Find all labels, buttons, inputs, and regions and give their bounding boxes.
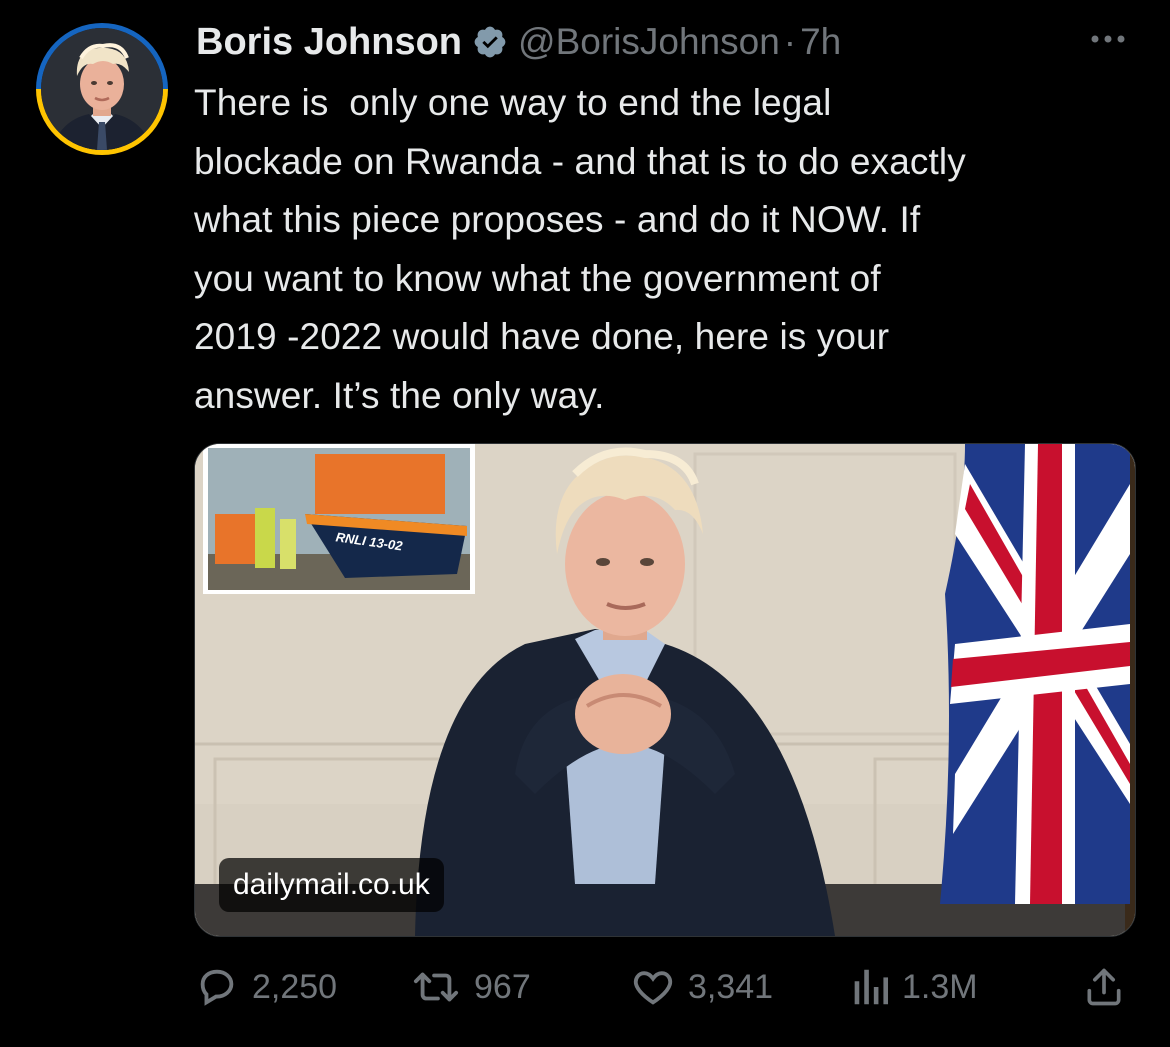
retweet-count: 967: [474, 967, 531, 1006]
avatar[interactable]: [36, 23, 168, 155]
retweet-icon: [413, 972, 459, 1002]
author-display-name[interactable]: Boris Johnson: [196, 21, 462, 64]
avatar-photo: [41, 28, 163, 150]
like-button[interactable]: 3,341: [630, 955, 773, 1019]
tweet-action-bar: 2,250 967 3,341 1.3M: [0, 955, 1170, 1019]
link-source-domain[interactable]: dailymail.co.uk: [219, 858, 444, 912]
author-handle[interactable]: @BorisJohnson: [518, 21, 780, 63]
share-button[interactable]: [1082, 955, 1126, 1019]
tweet-header: Boris Johnson @BorisJohnson · 7h: [196, 16, 841, 68]
views-button[interactable]: 1.3M: [850, 955, 978, 1019]
reply-icon: [200, 969, 234, 1006]
header-separator: ·: [783, 21, 797, 62]
tweet-text: There is only one way to end the legal b…: [194, 82, 966, 416]
tweet-timestamp[interactable]: 7h: [800, 21, 841, 63]
like-icon: [633, 971, 673, 1005]
retweet-button[interactable]: 967: [410, 955, 531, 1019]
verified-badge-icon: [474, 26, 506, 58]
reply-count: 2,250: [252, 967, 338, 1006]
like-count: 3,341: [688, 967, 774, 1006]
more-options-icon[interactable]: [1086, 24, 1130, 54]
views-icon: [854, 969, 889, 1005]
share-icon: [1087, 968, 1121, 1006]
tweet: Boris Johnson @BorisJohnson · 7h There i…: [0, 0, 1170, 1047]
reply-button[interactable]: 2,250: [194, 955, 337, 1019]
link-preview-media[interactable]: RNLI 13-02 dailymail.co.uk: [194, 443, 1136, 937]
view-count: 1.3M: [902, 967, 978, 1006]
